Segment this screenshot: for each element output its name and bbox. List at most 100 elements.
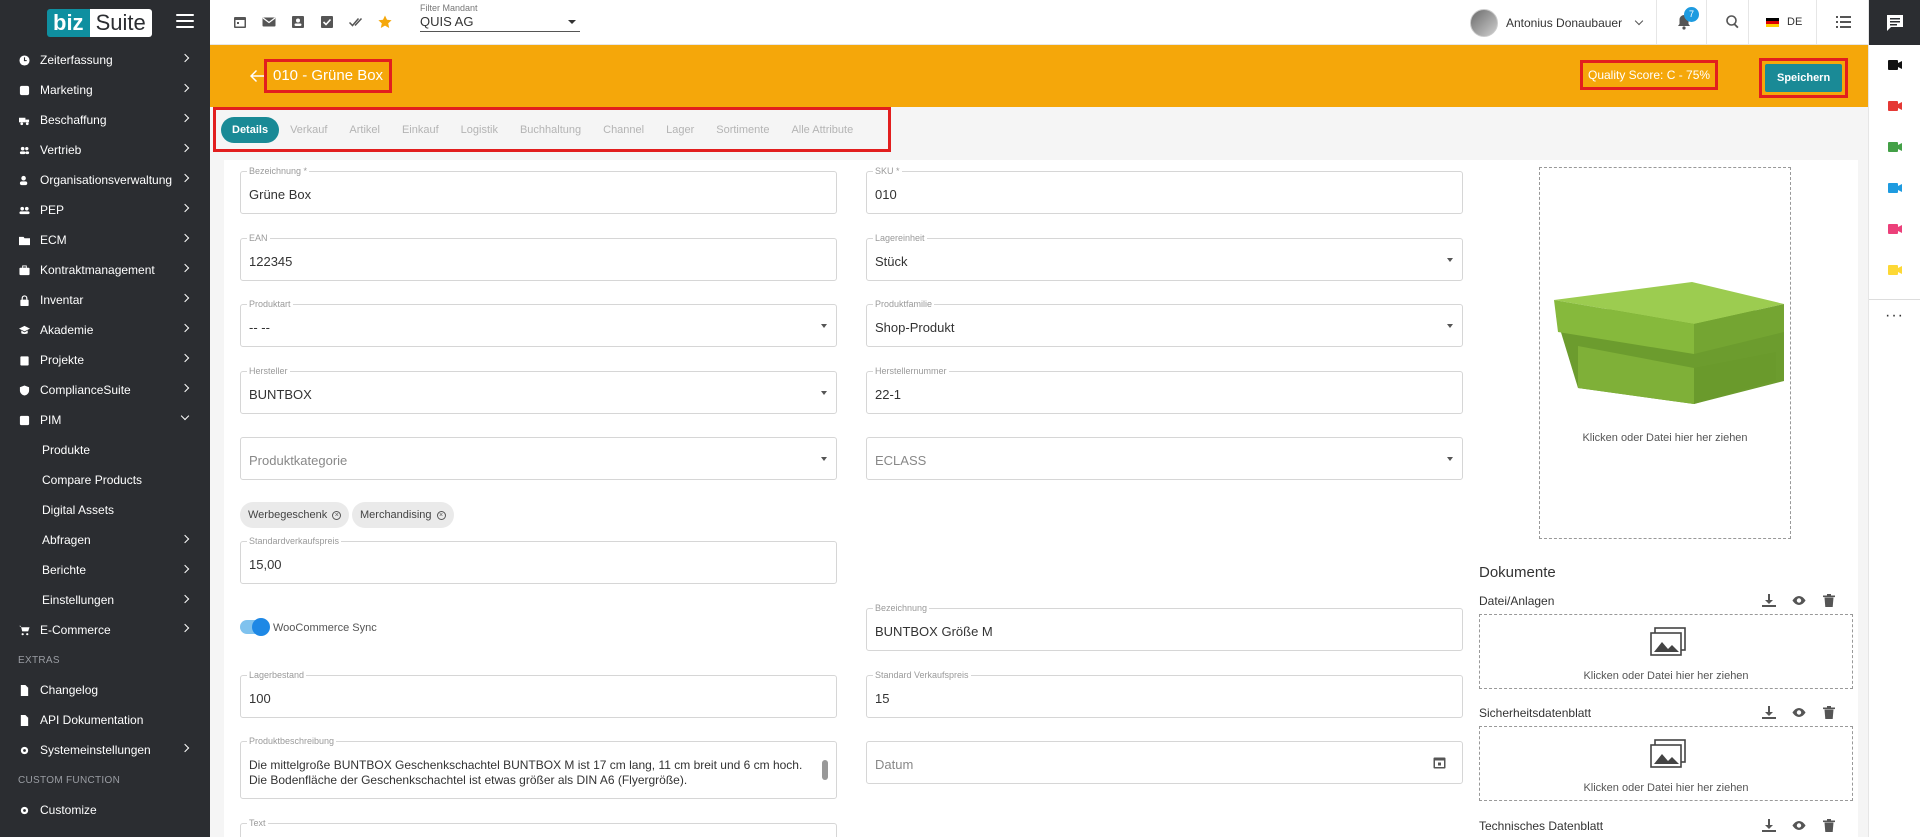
sidebar-item-zeiterfassung[interactable]: Zeiterfassung <box>0 45 210 75</box>
sidebar-item-changelog[interactable]: Changelog <box>0 675 210 705</box>
tab-artikel[interactable]: Artikel <box>338 117 391 143</box>
sidebar-item-pim[interactable]: PIM <box>0 405 210 435</box>
eclass-select[interactable]: ECLASS <box>866 437 1463 480</box>
back-arrow-icon[interactable] <box>250 70 264 82</box>
download-icon[interactable] <box>1762 594 1776 610</box>
sidebar-subitem-compare-products[interactable]: Compare Products <box>0 465 210 495</box>
user-menu[interactable]: Antonius Donaubauer <box>1470 9 1644 37</box>
remove-chip-icon[interactable]: × <box>332 510 342 520</box>
video-camera-icon[interactable] <box>1887 59 1902 74</box>
trash-icon[interactable] <box>1822 594 1836 610</box>
sidebar-item-customize[interactable]: Customize <box>0 795 210 825</box>
sidebar-subitem-label: Einstellungen <box>42 593 115 607</box>
produktart-select[interactable]: Produktart -- -- <box>240 299 837 347</box>
sidebar-item-marketing[interactable]: Marketing <box>0 75 210 105</box>
remove-chip-icon[interactable]: × <box>436 510 446 520</box>
sidebar-subitem-abfragen[interactable]: Abfragen <box>0 525 210 555</box>
hamburger-menu-icon[interactable] <box>176 14 194 28</box>
tab-einkauf[interactable]: Einkauf <box>391 117 450 143</box>
tab-verkauf[interactable]: Verkauf <box>279 117 338 143</box>
sidebar-item-organisationsverwaltung[interactable]: Organisationsverwaltung <box>0 165 210 195</box>
sidebar-subitem-einstellungen[interactable]: Einstellungen <box>0 585 210 615</box>
sidebar-item-kontraktmanagement[interactable]: Kontraktmanagement <box>0 255 210 285</box>
sidebar-subitem-produkte[interactable]: Produkte <box>0 435 210 465</box>
sidebar-item-ecommerce[interactable]: E-Commerce <box>0 615 210 645</box>
tab-lager[interactable]: Lager <box>655 117 705 143</box>
scrollbar[interactable] <box>822 760 828 780</box>
produktbeschreibung-textarea[interactable]: Produktbeschreibung Die mittelgroße BUNTB… <box>240 736 837 799</box>
trash-icon[interactable] <box>1822 819 1836 835</box>
sidebar-item-akademie[interactable]: Akademie <box>0 315 210 345</box>
download-icon[interactable] <box>1762 706 1776 722</box>
contact-card-icon[interactable] <box>290 14 305 29</box>
tab-sortimente[interactable]: Sortimente <box>705 117 780 143</box>
eye-icon[interactable] <box>1792 706 1806 722</box>
sidebar-item-beschaffung[interactable]: Beschaffung <box>0 105 210 135</box>
trash-icon[interactable] <box>1822 706 1836 722</box>
produktfamilie-select[interactable]: Produktfamilie Shop-Produkt <box>866 299 1463 347</box>
woocommerce-sync-toggle[interactable] <box>240 618 270 636</box>
double-check-icon[interactable] <box>348 14 363 29</box>
video-camera-icon[interactable] <box>1887 223 1902 238</box>
lagereinheit-select[interactable]: Lagereinheit Stück <box>866 233 1463 281</box>
field-value: BUNTBOX Größe M <box>875 624 993 639</box>
checkbox-icon[interactable] <box>319 14 334 29</box>
ean-field[interactable]: EAN 122345 <box>240 233 837 281</box>
herstellernummer-field[interactable]: Herstellernummer 22-1 <box>866 366 1463 414</box>
sidebar-item-api-dokumentation[interactable]: API Dokumentation <box>0 705 210 735</box>
hersteller-select[interactable]: Hersteller BUNTBOX <box>240 366 837 414</box>
document-dropzone[interactable]: Klicken oder Datei hier her ziehen <box>1479 726 1853 801</box>
chevron-right-icon <box>180 233 190 243</box>
text-field[interactable]: Text <box>240 818 837 837</box>
produktkategorie-select[interactable]: Produktkategorie <box>240 437 837 480</box>
tab-logistik[interactable]: Logistik <box>450 117 509 143</box>
tab-buchhaltung[interactable]: Buchhaltung <box>509 117 592 143</box>
woocommerce-sync-label: WooCommerce Sync <box>273 622 377 634</box>
language-selector[interactable]: DE <box>1766 16 1802 28</box>
list-icon[interactable] <box>1836 15 1851 32</box>
sidebar-item-compliancesuite[interactable]: ComplianceSuite <box>0 375 210 405</box>
sidebar-item-pep[interactable]: PEP <box>0 195 210 225</box>
tab-alle-attribute[interactable]: Alle Attribute <box>780 117 864 143</box>
video-camera-icon[interactable] <box>1887 264 1902 279</box>
standard-verkaufspreis-field[interactable]: Standard Verkaufspreis 15 <box>866 670 1463 718</box>
sku-field[interactable]: SKU * 010 <box>866 166 1463 214</box>
chat-icon[interactable] <box>1869 0 1920 45</box>
tenant-filter[interactable]: Filter Mandant QUIS AG <box>420 3 580 32</box>
standardverkaufspreis-field[interactable]: Standardverkaufspreis 15,00 <box>240 536 837 584</box>
sidebar-item-ecm[interactable]: ECM <box>0 225 210 255</box>
field-value: Stück <box>875 254 908 269</box>
favorite-star-icon[interactable] <box>377 14 392 29</box>
field-label: Produktbeschreibung <box>247 736 337 746</box>
datum-field[interactable]: Datum <box>866 741 1463 784</box>
product-image-dropzone[interactable]: Klicken oder Datei hier her ziehen <box>1539 167 1791 539</box>
video-camera-icon[interactable] <box>1887 141 1902 156</box>
sidebar-item-projekte[interactable]: Projekte <box>0 345 210 375</box>
tab-channel[interactable]: Channel <box>592 117 655 143</box>
sidebar-item-inventar[interactable]: Inventar <box>0 285 210 315</box>
tab-details[interactable]: Details <box>221 116 280 143</box>
bezeichnung-field[interactable]: Bezeichnung * Grüne Box <box>240 166 837 214</box>
calendar-icon[interactable] <box>232 14 247 29</box>
sidebar-subitem-berichte[interactable]: Berichte <box>0 555 210 585</box>
video-camera-icon[interactable] <box>1887 182 1902 197</box>
eye-icon[interactable] <box>1792 819 1806 835</box>
sidebar-item-vertrieb[interactable]: Vertrieb <box>0 135 210 165</box>
tag-chip[interactable]: Werbegeschenk × <box>240 502 350 528</box>
document-dropzone[interactable]: Klicken oder Datei hier her ziehen <box>1479 614 1853 689</box>
sidebar-item-systemeinstellungen[interactable]: Systemeinstellungen <box>0 735 210 765</box>
search-icon[interactable] <box>1726 15 1740 32</box>
logo[interactable]: biz Suite <box>47 9 152 37</box>
sidebar-subitem-digital-assets[interactable]: Digital Assets <box>0 495 210 525</box>
save-button[interactable]: Speichern <box>1765 64 1843 92</box>
more-options-icon[interactable]: ··· <box>1869 308 1920 324</box>
mail-icon[interactable] <box>261 14 276 29</box>
lagerbestand-field[interactable]: Lagerbestand 100 <box>240 670 837 718</box>
bezeichnung2-field[interactable]: Bezeichnung BUNTBOX Größe M <box>866 603 1463 651</box>
download-icon[interactable] <box>1762 819 1776 835</box>
calendar-icon[interactable] <box>1433 756 1446 772</box>
tenant-filter-select[interactable]: QUIS AG <box>420 13 580 32</box>
video-camera-icon[interactable] <box>1887 100 1902 115</box>
eye-icon[interactable] <box>1792 594 1806 610</box>
tag-chip[interactable]: Merchandising × <box>352 502 454 528</box>
